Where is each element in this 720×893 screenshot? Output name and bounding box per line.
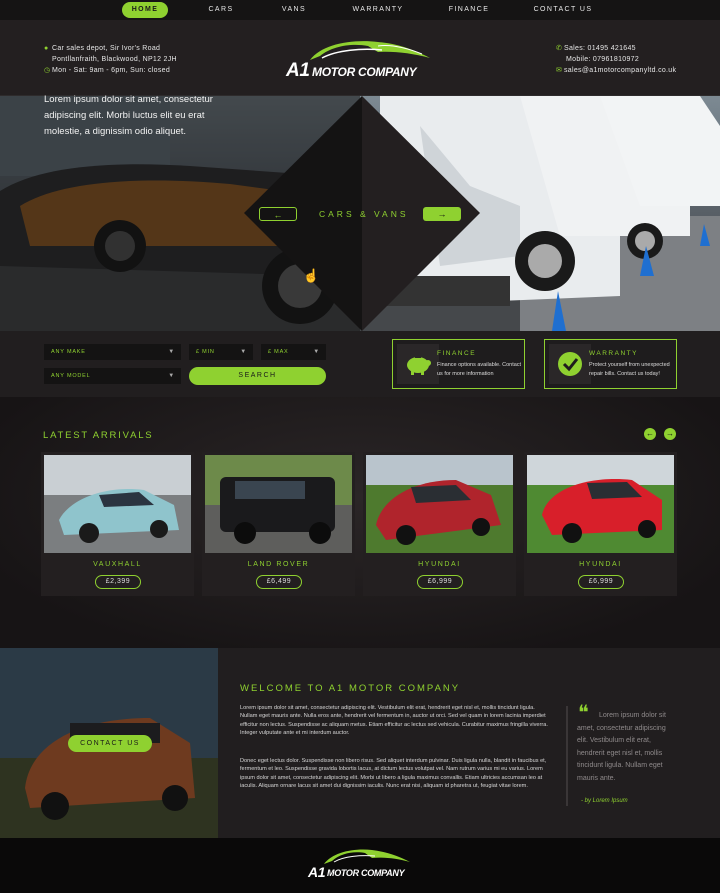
arrow-left-icon: ← bbox=[273, 210, 283, 220]
logo-a1: A1 bbox=[286, 60, 310, 81]
arrivals-prev-button[interactable]: ← bbox=[644, 428, 656, 440]
car-photo bbox=[205, 455, 352, 553]
nav-finance[interactable]: FINANCE bbox=[444, 2, 494, 18]
nav-vans[interactable]: VANS bbox=[271, 2, 317, 18]
cursor-icon: ☝ bbox=[303, 268, 320, 283]
footer-logo[interactable]: A1 MOTOR COMPANY bbox=[306, 846, 416, 886]
car-photo bbox=[366, 455, 513, 553]
arrow-right-icon: → bbox=[666, 429, 674, 438]
arrow-right-icon: → bbox=[437, 209, 447, 219]
car-name: VAUXHALL bbox=[93, 561, 142, 568]
footer-logo-a1: A1 bbox=[308, 864, 326, 880]
logo-motor-company: MOTOR COMPANY bbox=[312, 65, 417, 79]
max-price-value: £ MAX bbox=[268, 349, 289, 355]
finance-text: Finance options available. Contact us fo… bbox=[437, 362, 522, 377]
arrow-left-icon: ← bbox=[646, 429, 654, 438]
footer-logo-motor-company: MOTOR COMPANY bbox=[327, 868, 405, 878]
envelope-icon: ✉ bbox=[556, 67, 563, 74]
model-select-value: ANY MODEL bbox=[51, 373, 91, 379]
finance-title: FINANCE bbox=[437, 350, 477, 357]
make-select-value: ANY MAKE bbox=[51, 349, 86, 355]
mobile-phone[interactable]: Mobile: 07961810972 bbox=[556, 54, 676, 65]
contact-us-button[interactable]: CONTACT US bbox=[68, 735, 152, 752]
car-name: LAND ROVER bbox=[247, 561, 310, 568]
make-select[interactable]: ANY MAKE ▼ bbox=[44, 344, 181, 360]
prev-arrow-button[interactable]: ← bbox=[259, 207, 297, 221]
min-price-value: £ MIN bbox=[196, 349, 215, 355]
checkmark-icon bbox=[558, 352, 582, 376]
email-link[interactable]: sales@a1motorcompanyltd.co.uk bbox=[564, 67, 676, 74]
car-name: HYUNDAI bbox=[579, 561, 622, 568]
arrivals-next-button[interactable]: → bbox=[664, 428, 676, 440]
top-nav: HOME CARS VANS WARRANTY FINANCE CONTACT … bbox=[0, 0, 720, 20]
sales-phone[interactable]: Sales: 01495 421645 bbox=[564, 45, 636, 52]
quote-divider bbox=[566, 706, 568, 806]
warranty-box[interactable]: WARRANTY Protect yourself from unexpecte… bbox=[544, 339, 677, 389]
testimonial-author: - by Lorem Ipsum bbox=[581, 798, 628, 804]
model-select[interactable]: ANY MODEL ▼ bbox=[44, 368, 181, 384]
car-photo bbox=[527, 455, 674, 553]
contact-block: ✆ Sales: 01495 421645 Mobile: 07961810972… bbox=[556, 43, 676, 76]
finance-box[interactable]: FINANCE Finance options available. Conta… bbox=[392, 339, 525, 389]
chevron-down-icon: ▼ bbox=[168, 349, 175, 355]
address-line-2: Pontllanfraith, Blackwood, NP12 2JH bbox=[52, 56, 177, 63]
opening-hours: Mon - Sat: 9am - 6pm, Sun: closed bbox=[52, 67, 171, 74]
chevron-down-icon: ▼ bbox=[240, 349, 247, 355]
cars-vans-label: CARS & VANS bbox=[319, 209, 409, 219]
piggy-bank-icon bbox=[407, 356, 431, 375]
hero-text: Lorem ipsum dolor sit amet, consectetur … bbox=[44, 94, 213, 137]
chevron-down-icon: ▼ bbox=[168, 373, 175, 379]
welcome-title: WELCOME TO A1 MOTOR COMPANY bbox=[240, 683, 461, 694]
clock-icon: ◷ bbox=[44, 67, 51, 74]
welcome-paragraph-1: Lorem ipsum dolor sit amet, consectetur … bbox=[240, 705, 548, 737]
location-pin-icon: ● bbox=[44, 45, 49, 52]
warranty-title: WARRANTY bbox=[589, 350, 638, 357]
search-button[interactable]: SEARCH bbox=[189, 367, 326, 385]
phone-icon: ✆ bbox=[556, 45, 563, 52]
logo[interactable]: A1 MOTOR COMPANY bbox=[282, 36, 442, 86]
address-line-1: Car sales depot, Sir Ivor's Road bbox=[52, 45, 161, 52]
car-price: £2,399 bbox=[95, 575, 141, 589]
car-card[interactable]: LAND ROVER £6,499 bbox=[202, 452, 355, 596]
nav-contact-us[interactable]: CONTACT US bbox=[531, 2, 595, 18]
max-price-select[interactable]: £ MAX ▼ bbox=[261, 344, 326, 360]
car-price: £6,999 bbox=[578, 575, 624, 589]
nav-warranty[interactable]: WARRANTY bbox=[348, 2, 408, 18]
car-price: £6,499 bbox=[256, 575, 302, 589]
chevron-down-icon: ▼ bbox=[313, 349, 320, 355]
address-block: ● Car sales depot, Sir Ivor's Road Pontll… bbox=[44, 43, 177, 76]
car-card[interactable]: VAUXHALL £2,399 bbox=[41, 452, 194, 596]
welcome-paragraph-2: Donec eget lectus dolor. Suspendisse non… bbox=[240, 758, 547, 790]
latest-arrivals-title: LATEST ARRIVALS bbox=[43, 430, 154, 441]
car-name: HYUNDAI bbox=[418, 561, 461, 568]
warranty-icon-tile bbox=[549, 344, 591, 384]
finance-icon-tile bbox=[397, 344, 439, 384]
nav-home[interactable]: HOME bbox=[122, 2, 168, 18]
nav-cars[interactable]: CARS bbox=[198, 2, 244, 18]
car-price: £6,999 bbox=[417, 575, 463, 589]
car-photo bbox=[44, 455, 191, 553]
warranty-text: Protect yourself from unexpected repair … bbox=[589, 362, 670, 377]
car-card[interactable]: HYUNDAI £6,999 bbox=[524, 452, 677, 596]
testimonial-quote: Lorem ipsum dolor sit amet, consectetur … bbox=[577, 712, 666, 782]
car-card[interactable]: HYUNDAI £6,999 bbox=[363, 452, 516, 596]
min-price-select[interactable]: £ MIN ▼ bbox=[189, 344, 253, 360]
next-arrow-button[interactable]: → bbox=[423, 207, 461, 221]
